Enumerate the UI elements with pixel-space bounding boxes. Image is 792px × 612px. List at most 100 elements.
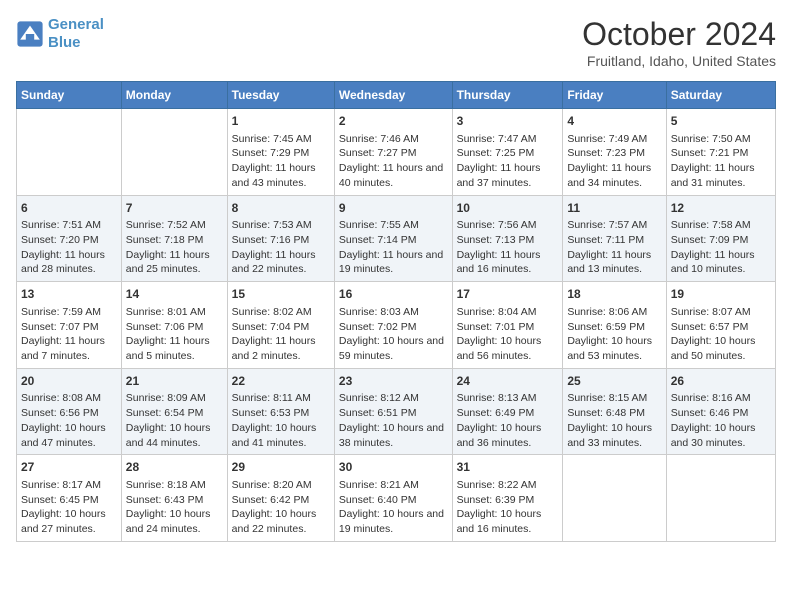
calendar-body: 1Sunrise: 7:45 AMSunset: 7:29 PMDaylight… — [17, 109, 776, 542]
day-info: Daylight: 10 hours and 30 minutes. — [671, 421, 771, 450]
day-info: Sunrise: 7:47 AM — [457, 132, 559, 147]
location: Fruitland, Idaho, United States — [582, 53, 776, 69]
day-info: Sunset: 6:54 PM — [126, 406, 223, 421]
day-info: Sunset: 6:42 PM — [232, 493, 330, 508]
day-info: Daylight: 10 hours and 47 minutes. — [21, 421, 117, 450]
day-info: Sunrise: 7:57 AM — [567, 218, 661, 233]
day-info: Sunset: 7:18 PM — [126, 233, 223, 248]
day-info: Sunset: 7:27 PM — [339, 146, 448, 161]
calendar-cell: 9Sunrise: 7:55 AMSunset: 7:14 PMDaylight… — [334, 195, 452, 282]
calendar-cell: 7Sunrise: 7:52 AMSunset: 7:18 PMDaylight… — [121, 195, 227, 282]
calendar-cell: 21Sunrise: 8:09 AMSunset: 6:54 PMDayligh… — [121, 368, 227, 455]
day-info: Sunrise: 7:53 AM — [232, 218, 330, 233]
day-info: Sunset: 6:56 PM — [21, 406, 117, 421]
day-number: 3 — [457, 113, 559, 130]
col-header-wednesday: Wednesday — [334, 82, 452, 109]
calendar-cell: 31Sunrise: 8:22 AMSunset: 6:39 PMDayligh… — [452, 455, 563, 542]
day-number: 5 — [671, 113, 771, 130]
day-info: Daylight: 11 hours and 5 minutes. — [126, 334, 223, 363]
col-header-saturday: Saturday — [666, 82, 775, 109]
calendar-cell: 17Sunrise: 8:04 AMSunset: 7:01 PMDayligh… — [452, 282, 563, 369]
day-info: Daylight: 10 hours and 59 minutes. — [339, 334, 448, 363]
calendar-cell: 28Sunrise: 8:18 AMSunset: 6:43 PMDayligh… — [121, 455, 227, 542]
logo-line1: General — [48, 16, 104, 33]
day-number: 21 — [126, 373, 223, 390]
day-number: 30 — [339, 459, 448, 476]
day-info: Sunrise: 7:59 AM — [21, 305, 117, 320]
logo-line2: Blue — [48, 34, 81, 51]
page-header: General Blue October 2024 Fruitland, Ida… — [16, 16, 776, 69]
calendar-cell: 22Sunrise: 8:11 AMSunset: 6:53 PMDayligh… — [227, 368, 334, 455]
logo-text: General Blue — [48, 16, 104, 52]
day-info: Sunrise: 8:16 AM — [671, 391, 771, 406]
day-info: Sunset: 7:13 PM — [457, 233, 559, 248]
calendar-cell: 11Sunrise: 7:57 AMSunset: 7:11 PMDayligh… — [563, 195, 666, 282]
day-number: 25 — [567, 373, 661, 390]
day-info: Daylight: 11 hours and 16 minutes. — [457, 248, 559, 277]
month-title: October 2024 — [582, 16, 776, 53]
day-info: Sunset: 7:25 PM — [457, 146, 559, 161]
day-info: Sunset: 6:46 PM — [671, 406, 771, 421]
calendar-cell: 16Sunrise: 8:03 AMSunset: 7:02 PMDayligh… — [334, 282, 452, 369]
calendar-cell: 14Sunrise: 8:01 AMSunset: 7:06 PMDayligh… — [121, 282, 227, 369]
day-info: Sunrise: 8:01 AM — [126, 305, 223, 320]
day-info: Sunset: 7:21 PM — [671, 146, 771, 161]
week-row-3: 13Sunrise: 7:59 AMSunset: 7:07 PMDayligh… — [17, 282, 776, 369]
calendar-cell: 24Sunrise: 8:13 AMSunset: 6:49 PMDayligh… — [452, 368, 563, 455]
calendar-cell: 25Sunrise: 8:15 AMSunset: 6:48 PMDayligh… — [563, 368, 666, 455]
col-header-monday: Monday — [121, 82, 227, 109]
day-number: 4 — [567, 113, 661, 130]
day-number: 6 — [21, 200, 117, 217]
day-info: Sunset: 7:14 PM — [339, 233, 448, 248]
col-header-thursday: Thursday — [452, 82, 563, 109]
day-number: 12 — [671, 200, 771, 217]
day-number: 11 — [567, 200, 661, 217]
calendar-cell — [666, 455, 775, 542]
day-info: Sunrise: 7:55 AM — [339, 218, 448, 233]
day-info: Daylight: 10 hours and 33 minutes. — [567, 421, 661, 450]
day-info: Sunset: 7:16 PM — [232, 233, 330, 248]
calendar-cell: 2Sunrise: 7:46 AMSunset: 7:27 PMDaylight… — [334, 109, 452, 196]
calendar-cell: 5Sunrise: 7:50 AMSunset: 7:21 PMDaylight… — [666, 109, 775, 196]
day-info: Sunset: 7:01 PM — [457, 320, 559, 335]
day-info: Sunset: 7:02 PM — [339, 320, 448, 335]
day-info: Sunset: 7:09 PM — [671, 233, 771, 248]
calendar-cell: 30Sunrise: 8:21 AMSunset: 6:40 PMDayligh… — [334, 455, 452, 542]
day-info: Sunset: 7:23 PM — [567, 146, 661, 161]
day-info: Daylight: 11 hours and 34 minutes. — [567, 161, 661, 190]
day-number: 16 — [339, 286, 448, 303]
week-row-4: 20Sunrise: 8:08 AMSunset: 6:56 PMDayligh… — [17, 368, 776, 455]
day-info: Sunrise: 8:04 AM — [457, 305, 559, 320]
day-info: Sunset: 7:07 PM — [21, 320, 117, 335]
day-info: Daylight: 10 hours and 19 minutes. — [339, 507, 448, 536]
day-info: Daylight: 11 hours and 13 minutes. — [567, 248, 661, 277]
day-number: 22 — [232, 373, 330, 390]
day-info: Sunrise: 8:20 AM — [232, 478, 330, 493]
calendar-cell: 4Sunrise: 7:49 AMSunset: 7:23 PMDaylight… — [563, 109, 666, 196]
calendar-cell: 29Sunrise: 8:20 AMSunset: 6:42 PMDayligh… — [227, 455, 334, 542]
calendar-cell: 23Sunrise: 8:12 AMSunset: 6:51 PMDayligh… — [334, 368, 452, 455]
day-info: Sunrise: 8:11 AM — [232, 391, 330, 406]
day-number: 14 — [126, 286, 223, 303]
day-number: 8 — [232, 200, 330, 217]
day-info: Sunset: 6:49 PM — [457, 406, 559, 421]
logo: General Blue — [16, 16, 104, 52]
day-info: Daylight: 11 hours and 19 minutes. — [339, 248, 448, 277]
day-info: Sunset: 7:04 PM — [232, 320, 330, 335]
day-info: Daylight: 10 hours and 44 minutes. — [126, 421, 223, 450]
day-info: Daylight: 11 hours and 40 minutes. — [339, 161, 448, 190]
day-info: Sunrise: 7:52 AM — [126, 218, 223, 233]
day-number: 2 — [339, 113, 448, 130]
day-info: Daylight: 10 hours and 16 minutes. — [457, 507, 559, 536]
day-info: Sunset: 6:59 PM — [567, 320, 661, 335]
day-number: 23 — [339, 373, 448, 390]
calendar-cell: 3Sunrise: 7:47 AMSunset: 7:25 PMDaylight… — [452, 109, 563, 196]
col-header-tuesday: Tuesday — [227, 82, 334, 109]
day-info: Daylight: 10 hours and 53 minutes. — [567, 334, 661, 363]
day-info: Sunrise: 8:09 AM — [126, 391, 223, 406]
day-info: Sunrise: 8:08 AM — [21, 391, 117, 406]
day-number: 19 — [671, 286, 771, 303]
day-info: Sunrise: 8:17 AM — [21, 478, 117, 493]
day-info: Sunrise: 8:12 AM — [339, 391, 448, 406]
day-info: Daylight: 10 hours and 50 minutes. — [671, 334, 771, 363]
